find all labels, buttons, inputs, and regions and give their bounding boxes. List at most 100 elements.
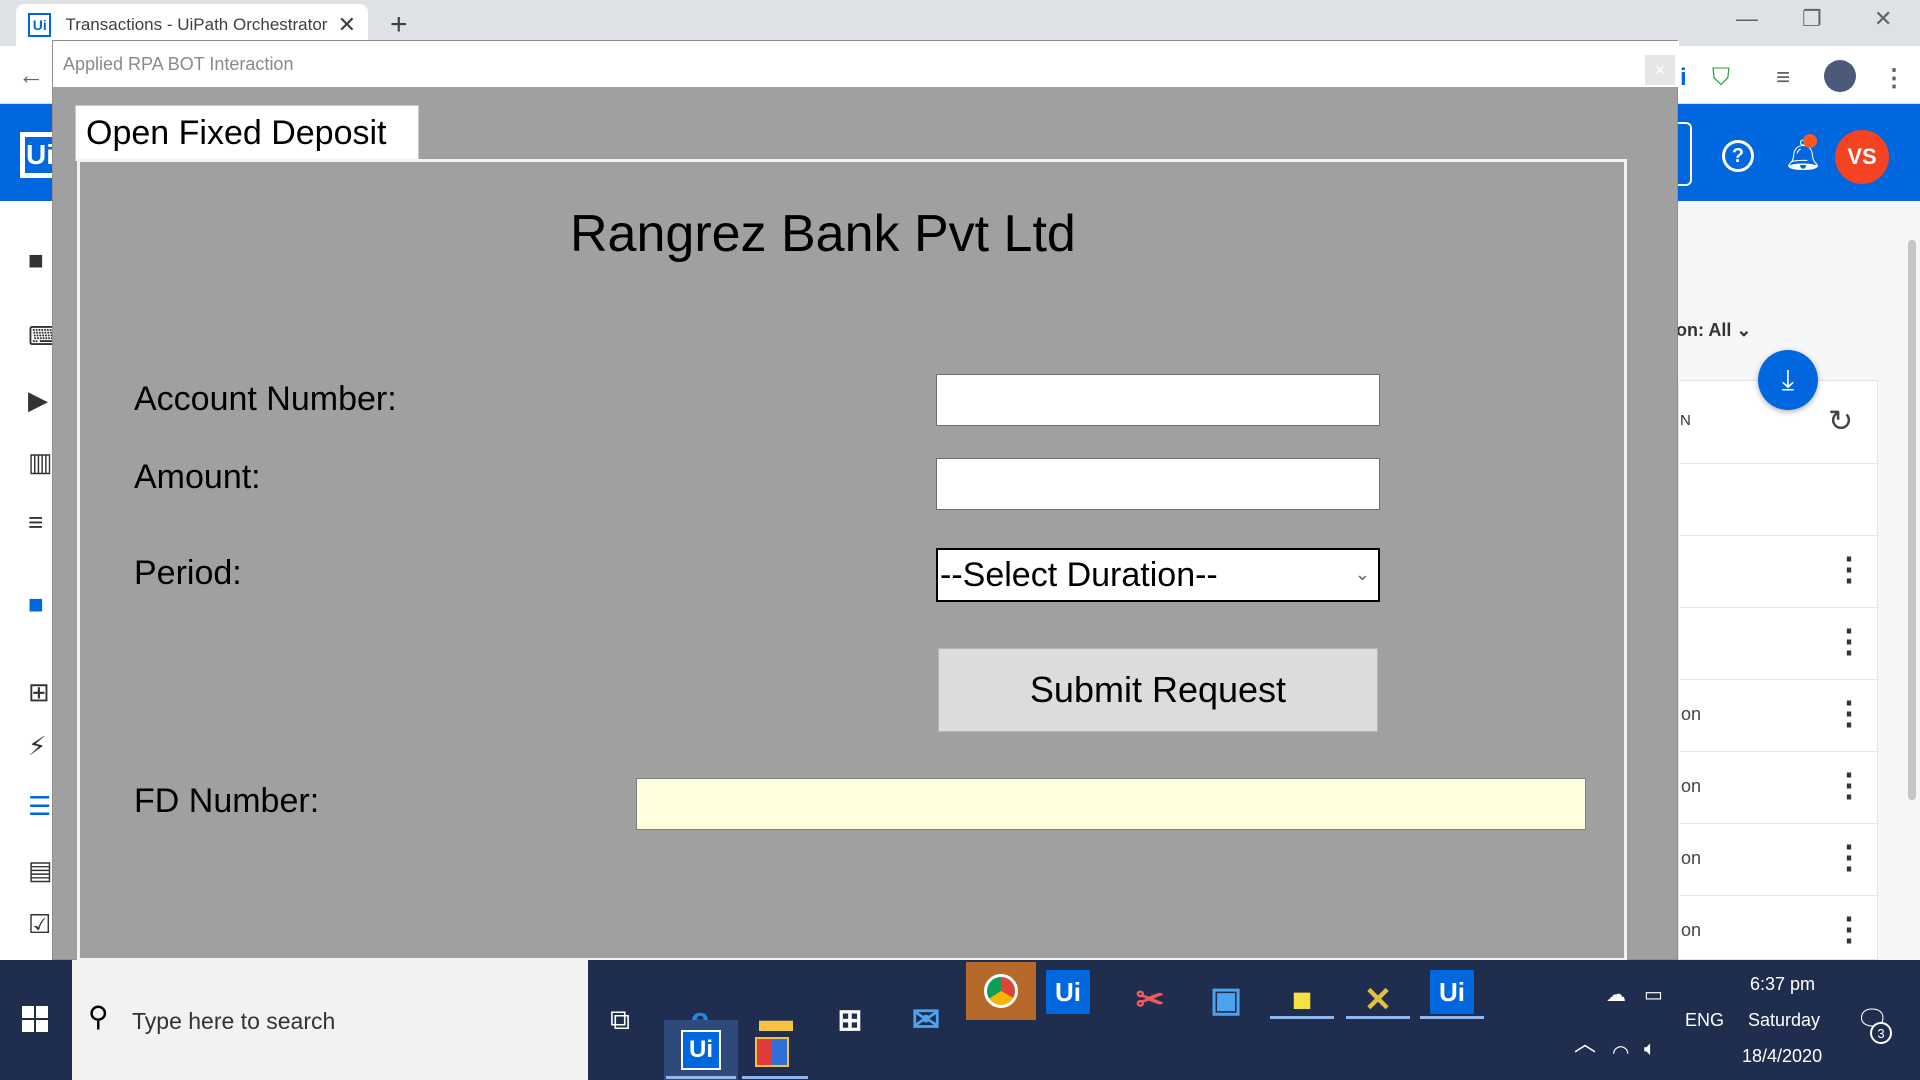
clock-time[interactable]: 6:37 pm <box>1750 974 1815 995</box>
uipath-studio-icon[interactable]: Ui <box>1046 970 1090 1014</box>
column-header[interactable]: N <box>1680 412 1691 429</box>
media-control-icon[interactable]: ≡ <box>1776 64 1790 92</box>
chevron-down-icon: ⌄ <box>1736 320 1752 340</box>
row-status: on <box>1681 920 1702 940</box>
tab-title: Transactions - UiPath Orchestrator <box>65 15 328 34</box>
fd-number-label: FD Number: <box>134 782 320 820</box>
task-view-icon[interactable]: ⧉ <box>610 1004 630 1037</box>
wifi-icon[interactable]: ◠ <box>1612 1040 1629 1065</box>
table-row[interactable]: on ⋮ <box>1679 895 1879 967</box>
sticky-notes-icon[interactable]: ■ <box>1272 970 1332 1030</box>
download-button[interactable]: ⤓ <box>1758 350 1818 410</box>
row-more-icon[interactable]: ⋮ <box>1833 622 1865 660</box>
active-indicator <box>1420 1016 1484 1019</box>
browser-menu-icon[interactable]: ⋮ <box>1882 64 1906 93</box>
uipath-favicon-icon: Ui <box>28 13 52 37</box>
help-icon[interactable]: ? <box>1722 140 1754 172</box>
chevron-down-icon: ⌄ <box>1354 564 1370 584</box>
uipath-extension-icon[interactable]: i <box>1680 64 1687 92</box>
bank-title: Rangrez Bank Pvt Ltd <box>570 205 1076 263</box>
rpa-bot-window: Applied RPA BOT Interaction ✕ Open Fixed… <box>52 40 1679 961</box>
account-number-label: Account Number: <box>134 380 397 418</box>
clock-day[interactable]: Saturday <box>1748 1010 1820 1031</box>
play-icon[interactable]: ▶ <box>28 385 48 416</box>
active-indicator <box>666 1076 736 1079</box>
mail-icon[interactable]: ✉ <box>896 990 956 1050</box>
table-row[interactable]: on ⋮ <box>1679 751 1879 823</box>
language-indicator[interactable]: ENG <box>1685 1010 1724 1031</box>
onedrive-icon[interactable]: ☁ <box>1606 982 1626 1007</box>
filter-dropdown[interactable]: on: All ⌄ <box>1676 320 1751 341</box>
taskbar-search-placeholder: Type here to search <box>132 1008 336 1034</box>
refresh-icon[interactable]: ↻ <box>1828 404 1853 439</box>
window-close-button[interactable]: ✕ <box>1645 55 1675 85</box>
period-selected-value: --Select Duration-- <box>940 555 1218 594</box>
transactions-panel: ⋮ ⋮ on ⋮ on ⋮ on ⋮ on ⋮ <box>1678 380 1879 960</box>
orchestrator-sidebar: ■ ⌨ ▶ ▥ ≡ ■ ⊞ ⚡︎ ☰ ▤ ☑ <box>0 201 66 960</box>
period-select[interactable]: --Select Duration-- ⌄ <box>936 548 1380 602</box>
shield-extension-icon[interactable]: ⛉ <box>1712 64 1730 92</box>
uipath-app-icon: Ui <box>681 1030 721 1070</box>
windows-start-icon[interactable] <box>22 1006 50 1034</box>
amount-label: Amount: <box>134 458 261 496</box>
row-status: on <box>1681 776 1702 796</box>
windows-taskbar: ⚲ Type here to search ⧉ e ▬ ⊞ ✉ Ui ✂ ▣ ■… <box>0 960 1920 1080</box>
minimize-icon[interactable]: — <box>1736 6 1758 32</box>
battery-icon[interactable]: ▭ <box>1644 982 1663 1007</box>
rpa-bot-app-icon[interactable] <box>742 1022 802 1080</box>
show-hidden-icons-icon[interactable]: ︿ <box>1574 1026 1596 1058</box>
queues-folder-icon[interactable]: ■ <box>28 589 44 620</box>
tab-open-fixed-deposit[interactable]: Open Fixed Deposit <box>75 105 419 161</box>
fd-number-output[interactable] <box>636 778 1586 830</box>
row-more-icon[interactable]: ⋮ <box>1833 766 1865 804</box>
monitoring-icon[interactable]: ▥ <box>28 447 53 478</box>
back-arrow-icon[interactable]: ← <box>18 60 44 91</box>
window-app-icon[interactable]: ▣ <box>1196 970 1256 1030</box>
tenant-icon[interactable]: ⊞ <box>28 677 50 708</box>
table-row[interactable]: on ⋮ <box>1679 679 1879 751</box>
row-status: on <box>1681 848 1702 868</box>
row-more-icon[interactable]: ⋮ <box>1833 694 1865 732</box>
table-row[interactable] <box>1679 463 1879 535</box>
page-scrollbar[interactable] <box>1908 240 1916 800</box>
row-status: on <box>1681 704 1702 724</box>
active-indicator <box>1270 1016 1334 1019</box>
notification-dot <box>1803 134 1817 148</box>
tab-close-icon[interactable]: ✕ <box>338 12 356 38</box>
store-icon[interactable]: ⊞ <box>820 990 880 1050</box>
chrome-icon[interactable] <box>966 962 1036 1020</box>
user-avatar[interactable]: VS <box>1835 130 1889 184</box>
uipath-running-app[interactable]: Ui <box>664 1020 738 1080</box>
taskbar-search-box[interactable]: ⚲ Type here to search <box>72 960 588 1080</box>
search-icon: ⚲ <box>88 1001 109 1032</box>
amount-input[interactable] <box>936 458 1380 510</box>
folder-icon[interactable]: ■ <box>28 245 44 276</box>
row-more-icon[interactable]: ⋮ <box>1833 550 1865 588</box>
account-number-input[interactable] <box>936 374 1380 426</box>
filter-label: on: All <box>1676 320 1732 340</box>
new-tab-icon[interactable]: + <box>390 8 408 42</box>
restore-icon[interactable]: ❐ <box>1802 6 1822 32</box>
window-close-icon[interactable]: ✕ <box>1874 6 1892 32</box>
window-title: Applied RPA BOT Interaction <box>63 54 294 74</box>
table-row[interactable]: on ⋮ <box>1679 823 1879 895</box>
volume-icon[interactable]: 🔈︎ <box>1644 1038 1656 1061</box>
table-icon[interactable]: ▤ <box>28 855 53 886</box>
snipping-tool-icon[interactable]: ✂ <box>1120 970 1180 1030</box>
submit-request-button[interactable]: Submit Request <box>938 648 1378 732</box>
triggers-icon[interactable]: ⚡︎ <box>28 731 46 762</box>
tasks-icon[interactable]: ☑ <box>28 909 51 940</box>
uipath-robot-icon[interactable]: Ui <box>1430 970 1474 1014</box>
list-icon[interactable]: ≡ <box>28 507 43 538</box>
window-titlebar: Applied RPA BOT Interaction ✕ <box>53 41 1679 87</box>
logs-icon[interactable]: ☰ <box>28 791 51 822</box>
table-row[interactable]: ⋮ <box>1679 607 1879 679</box>
excel-tool-icon[interactable]: ✕ <box>1348 970 1408 1030</box>
row-more-icon[interactable]: ⋮ <box>1833 910 1865 948</box>
row-more-icon[interactable]: ⋮ <box>1833 838 1865 876</box>
profile-avatar-icon[interactable] <box>1824 60 1856 92</box>
clock-date[interactable]: 18/4/2020 <box>1742 1046 1822 1067</box>
notification-count-badge: 3 <box>1870 1022 1892 1044</box>
table-row[interactable]: ⋮ <box>1679 535 1879 607</box>
active-indicator <box>1346 1016 1410 1019</box>
